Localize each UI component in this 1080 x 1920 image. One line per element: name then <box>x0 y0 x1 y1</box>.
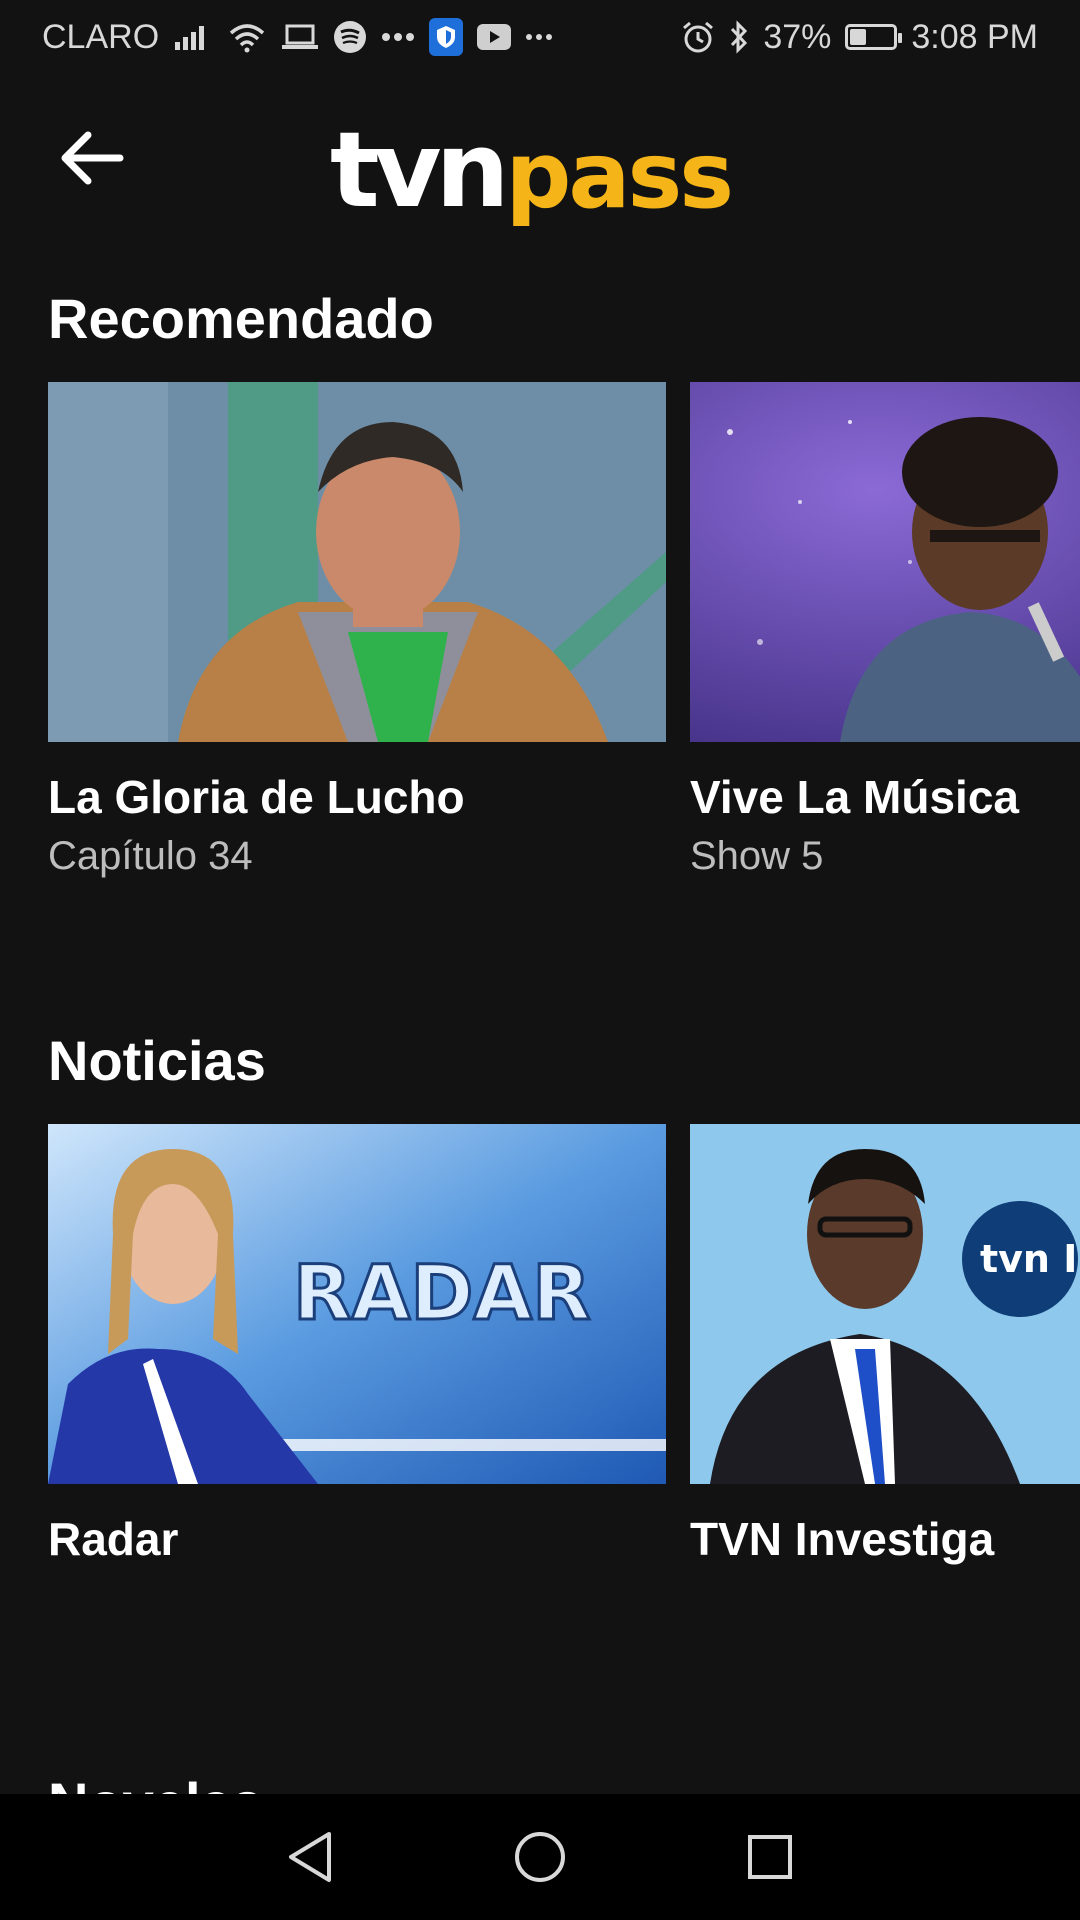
section-title-recomendado: Recomendado <box>48 287 434 350</box>
alarm-icon <box>681 20 715 54</box>
card-subtitle: Capítulo 34 <box>48 834 253 878</box>
vpn-shield-icon <box>429 18 464 56</box>
nav-back-button[interactable] <box>275 1822 345 1892</box>
thumbnail-vive-la-musica <box>690 382 1080 742</box>
radar-thumb-text: RADAR <box>293 1248 591 1337</box>
carousel-noticias[interactable]: RADAR Radar tvn IN <box>48 1124 1080 1644</box>
battery-icon <box>845 24 903 50</box>
card-radar[interactable]: RADAR Radar <box>48 1124 666 1566</box>
tvn-investiga-thumb-text: tvn IN <box>980 1237 1080 1281</box>
section-title-novelas: Novelas <box>48 1770 263 1794</box>
content-feed[interactable]: Recomendado La Gloria de Lucho Capítulo … <box>0 234 1080 1794</box>
system-nav-bar <box>0 1794 1080 1920</box>
nav-home-icon <box>515 1832 565 1882</box>
status-bar: CLARO 37% 3:08 PM <box>0 0 1080 74</box>
spotify-icon <box>333 20 367 54</box>
thumbnail-radar: RADAR <box>48 1124 666 1484</box>
wifi-icon <box>227 21 267 53</box>
thumbnail-la-gloria-de-lucho <box>48 382 666 742</box>
youtube-icon <box>477 24 512 50</box>
nav-recents-button[interactable] <box>735 1822 805 1892</box>
more-icon <box>525 33 553 41</box>
carrier-label: CLARO <box>42 17 160 56</box>
nav-back-icon <box>289 1832 331 1882</box>
back-arrow-icon <box>61 131 124 185</box>
thumbnail-tvn-investiga: tvn IN <box>690 1124 1080 1484</box>
card-title: La Gloria de Lucho <box>48 771 465 823</box>
status-right: 37% 3:08 PM <box>681 18 1038 57</box>
clock: 3:08 PM <box>911 17 1038 56</box>
card-tvn-investiga[interactable]: tvn IN TVN Investiga <box>690 1124 1080 1566</box>
logo-pass-text: pass <box>505 122 734 229</box>
carousel-recomendado[interactable]: La Gloria de Lucho Capítulo 34 Vive La M… <box>48 382 1080 902</box>
app-screen: CLARO 37% 3:08 PM tvn pass Recomendado L… <box>0 0 1080 1920</box>
card-vive-la-musica[interactable]: Vive La Música Show 5 <box>690 382 1080 879</box>
nav-recents-icon <box>748 1835 792 1879</box>
tvnpass-logo: tvn pass <box>330 92 734 231</box>
battery-level <box>850 29 867 45</box>
signal-icon <box>173 22 213 52</box>
section-title-noticias: Noticias <box>48 1029 266 1092</box>
status-left: CLARO <box>42 18 553 57</box>
laptop-icon <box>281 23 319 51</box>
dots-icon <box>381 31 415 43</box>
card-title: Radar <box>48 1513 179 1565</box>
logo-tvn-text: tvn <box>330 109 510 231</box>
battery-percent: 37% <box>763 17 832 56</box>
app-header: tvn pass <box>0 74 1080 234</box>
card-subtitle: Show 5 <box>690 834 824 878</box>
nav-home-button[interactable] <box>505 1822 575 1892</box>
card-title: TVN Investiga <box>690 1513 995 1565</box>
back-button[interactable] <box>52 124 132 192</box>
bluetooth-icon <box>729 20 749 54</box>
card-title: Vive La Música <box>690 771 1019 823</box>
card-la-gloria-de-lucho[interactable]: La Gloria de Lucho Capítulo 34 <box>48 382 666 879</box>
